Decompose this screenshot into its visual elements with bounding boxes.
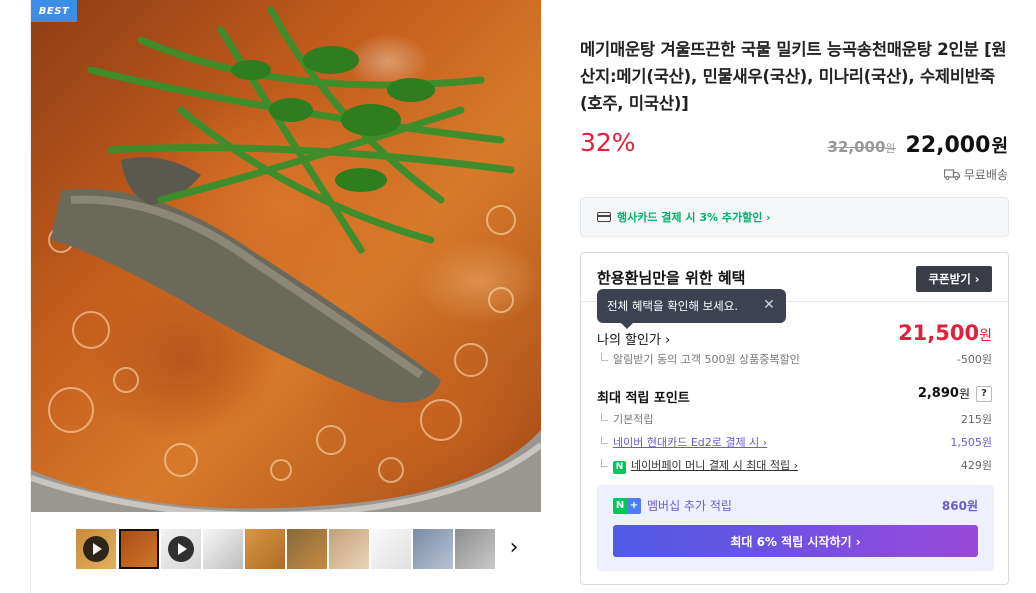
play-icon (83, 536, 109, 562)
membership-box: N + 멤버십 추가 적립 860원 최대 6% 적립 시작하기 › (597, 485, 994, 571)
play-icon (168, 536, 194, 562)
sub-discount-row: 알림받기 동의 고객 500원 상품중복할인 -500원 (597, 351, 992, 367)
discount-rate: 32% (580, 128, 636, 157)
thumbnail-8[interactable] (371, 529, 411, 569)
my-discount-amount: 21,500 (898, 321, 980, 345)
thumbnail-video-3[interactable] (161, 529, 201, 569)
credit-card-icon (597, 212, 611, 222)
point-row-label: 기본적립 (613, 413, 654, 426)
membership-label: 멤버십 추가 적립 (647, 499, 732, 513)
thumbnail-4[interactable] (203, 529, 243, 569)
point-row-value: 1,505원 (950, 436, 992, 449)
naver-plus-icon: N + (613, 497, 641, 514)
point-row-value: 215원 (960, 413, 992, 426)
my-discount-price: 21,500원 (898, 321, 992, 345)
product-title: 메기매운탕 겨울뜨끈한 국물 밀키트 능곡송천매운탕 2인분 [원산지:메기(국… (580, 40, 1007, 113)
thumbnail-7[interactable] (329, 529, 369, 569)
thumbnail-2[interactable] (119, 529, 159, 569)
sub-discount-label: 알림받기 동의 고객 500원 상품중복할인 (613, 353, 800, 366)
benefit-panel: 한용환님만을 위한 혜택 쿠폰받기 › 전체 혜택을 확인해 보세요. ✕ 나의… (580, 252, 1009, 585)
membership-value: 860원 (941, 499, 978, 513)
final-price-unit: 원 (991, 136, 1008, 157)
hyundai-card-link[interactable]: 네이버 현대카드 Ed2로 결제 시 › (613, 436, 767, 449)
original-price: 32,000 (827, 138, 886, 156)
thumbnail-strip: › (31, 512, 541, 593)
points-total: 2,890 원 ? (918, 385, 992, 402)
main-product-image[interactable]: BEST (31, 0, 541, 512)
truck-icon (943, 169, 960, 180)
product-gallery: BEST › (30, 0, 541, 593)
benefit-title: 한용환님만을 위한 혜택 (597, 269, 746, 287)
thumbnail-next-icon[interactable]: › (505, 536, 523, 562)
points-total-unit: 원 (958, 387, 970, 401)
shipping-info: 무료배송 (943, 166, 1008, 183)
best-badge: BEST (31, 0, 77, 22)
point-row-basic: 기본적립 215원 (597, 411, 992, 427)
shipping-label: 무료배송 (963, 168, 1008, 182)
point-row-npay: N 네이버페이 머니 결제 시 최대 적립 › 429원 (597, 457, 992, 474)
thumbnail-9[interactable] (413, 529, 453, 569)
final-price: 22,000 (905, 133, 991, 158)
thumbnail-5[interactable] (245, 529, 285, 569)
price-area: 32,000 원 22,000 원 (828, 132, 1008, 158)
points-total-amount: 2,890 (917, 386, 959, 401)
card-promo-text: 행사카드 결제 시 3% 추가할인 › (617, 211, 771, 224)
npay-money-link[interactable]: 네이버페이 머니 결제 시 최대 적립 › (631, 459, 798, 472)
my-discount-unit: 원 (979, 328, 992, 344)
tooltip-text: 전체 혜택을 확인해 보세요. (607, 299, 739, 313)
npay-icon: N (613, 461, 626, 474)
point-row-hyundai-card: 네이버 현대카드 Ed2로 결제 시 › 1,505원 (597, 434, 992, 450)
card-promo-banner[interactable]: 행사카드 결제 시 3% 추가할인 › (580, 197, 1009, 237)
close-icon[interactable]: ✕ (762, 298, 776, 312)
get-coupon-button[interactable]: 쿠폰받기 › (916, 266, 992, 292)
membership-row: N + 멤버십 추가 적립 860원 (613, 497, 978, 514)
point-row-value: 429원 (960, 459, 992, 472)
original-price-unit: 원 (885, 142, 896, 155)
benefit-tooltip: 전체 혜택을 확인해 보세요. ✕ (597, 289, 786, 329)
help-icon[interactable]: ? (976, 385, 992, 402)
sub-discount-value: -500원 (956, 353, 992, 366)
stew-illustration (31, 6, 541, 512)
plus-mark: + (627, 497, 641, 514)
naver-n-mark: N (613, 497, 627, 514)
thumbnail-10[interactable] (455, 529, 495, 569)
thumbnail-6[interactable] (287, 529, 327, 569)
thumbnail-video-1[interactable] (76, 529, 116, 569)
start-membership-button[interactable]: 최대 6% 적립 시작하기 › (613, 525, 978, 557)
